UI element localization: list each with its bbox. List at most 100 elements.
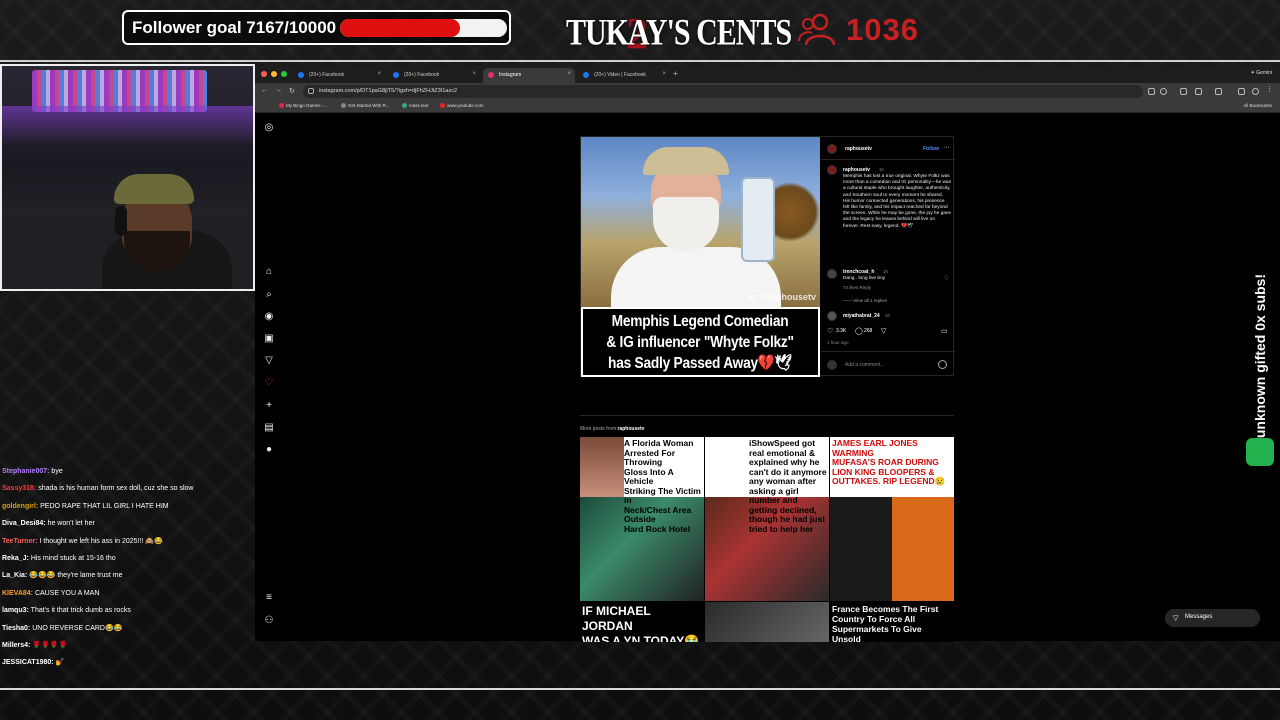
minimize-window-button[interactable]: [271, 71, 277, 77]
messages-icon[interactable]: ▽: [264, 356, 274, 366]
gemini-button[interactable]: ✦ Gemini: [1251, 70, 1272, 76]
more-options-icon[interactable]: ···: [943, 144, 950, 151]
emoji-icon[interactable]: [938, 360, 947, 369]
chat-username[interactable]: La_Kia:: [2, 572, 27, 579]
tab-close-icon[interactable]: ×: [377, 71, 381, 77]
tab-close-icon[interactable]: ×: [662, 71, 666, 77]
new-tab-button[interactable]: +: [673, 69, 678, 78]
notifications-heart-icon[interactable]: ♡: [264, 378, 274, 388]
browser-tab[interactable]: (20+) Video | Facebook ×: [578, 68, 670, 83]
caption-author[interactable]: raphousetv: [843, 167, 870, 173]
extension-icon[interactable]: [1180, 88, 1187, 95]
light-glow: [2, 106, 253, 146]
chat-message: La_Kia: 😂😂😂 they're lame trust me: [0, 567, 255, 584]
close-window-button[interactable]: [261, 71, 267, 77]
reply-user[interactable]: miyathabrat_24: [843, 313, 880, 319]
home-icon[interactable]: ⌂: [264, 267, 274, 277]
search-icon[interactable]: ⌕: [264, 290, 274, 300]
downloads-icon[interactable]: [1238, 88, 1245, 95]
chat-username[interactable]: Diva_Desi84:: [2, 520, 46, 527]
comment-user[interactable]: trenchcoat_h: [843, 269, 874, 275]
bookmark-item[interactable]: Get Started With R...: [341, 103, 390, 108]
profile-icon[interactable]: ●: [264, 445, 274, 455]
chat-username[interactable]: Stephanie007:: [2, 468, 49, 475]
tab-close-icon[interactable]: ×: [567, 71, 571, 77]
chat-username[interactable]: Sassy318:: [2, 485, 36, 492]
tab-favicon-icon: [393, 72, 399, 78]
maximize-window-button[interactable]: [281, 71, 287, 77]
caption-time: 1h: [879, 167, 885, 172]
bookmark-star-icon[interactable]: [1160, 88, 1167, 95]
create-icon[interactable]: +: [264, 401, 274, 411]
bookmark-favicon-icon: [402, 103, 407, 108]
photo-watermark: ig:@raphousetv: [747, 292, 816, 302]
chat-username[interactable]: lamqu3:: [2, 607, 29, 614]
bookmark-item[interactable]: www.youtube.com: [440, 103, 484, 108]
comment-count: 268: [864, 328, 873, 334]
sidepanel-icon[interactable]: [1215, 88, 1222, 95]
photo-hat: [643, 147, 729, 175]
reply-time: 1h: [885, 313, 891, 318]
reels-icon[interactable]: ▣: [264, 334, 274, 344]
also-from-meta-icon[interactable]: ⚇: [264, 616, 274, 626]
chat-username[interactable]: Tiesha0:: [2, 625, 30, 632]
save-icon[interactable]: ▭: [941, 327, 948, 335]
chat-username[interactable]: Millers4:: [2, 642, 30, 649]
site-info-icon[interactable]: [308, 88, 314, 94]
add-comment-input[interactable]: Add a comment...: [845, 362, 884, 368]
browser-tab[interactable]: Instagram ×: [483, 68, 575, 83]
browser-tab[interactable]: (20+) Facebook ×: [293, 68, 385, 83]
author-avatar[interactable]: [827, 144, 837, 154]
grid-post-thumbnail: [580, 437, 624, 497]
view-replies-link[interactable]: —— View all 1 replies: [843, 298, 887, 303]
address-bar[interactable]: instagram.com/p/DT1paG8jIT5/?igsh=djFhZH…: [303, 85, 1143, 98]
menu-icon[interactable]: ⋮: [1266, 85, 1273, 93]
all-bookmarks-button[interactable]: All Bookmarks: [1243, 103, 1272, 108]
post-author[interactable]: raphousetv: [845, 146, 872, 152]
post-image[interactable]: ig:@raphousetv Memphis Legend Comedian &…: [581, 137, 820, 377]
chat-username[interactable]: TeeTurner:: [2, 538, 38, 545]
back-icon[interactable]: ←: [261, 87, 268, 94]
grid-post[interactable]: JAMES EARL JONES WARMING MUFASA'S ROAR D…: [830, 437, 954, 601]
reload-icon[interactable]: ↻: [289, 87, 295, 95]
instagram-logo-icon[interactable]: ◎: [264, 123, 274, 133]
grid-post[interactable]: iShowSpeed got real emotional & explaine…: [705, 437, 829, 601]
grid-post-headline: [705, 602, 829, 642]
chat-username[interactable]: JESSICAT1980:: [2, 659, 54, 666]
chat-username[interactable]: Reka_J:: [2, 555, 29, 562]
bookmark-item[interactable]: My Bingo Games -...: [279, 103, 327, 108]
forward-icon[interactable]: →: [275, 87, 282, 94]
extensions-puzzle-icon[interactable]: [1195, 88, 1202, 95]
comment-avatar[interactable]: [827, 269, 837, 279]
tab-strip: (20+) Facebook × (20+) Facebook × Instagram ×…: [255, 66, 1280, 83]
cast-icon[interactable]: [1148, 88, 1155, 95]
dashboard-icon[interactable]: ▤: [264, 423, 274, 433]
tab-close-icon[interactable]: ×: [472, 71, 476, 77]
chat-username[interactable]: KIEVA84:: [2, 590, 33, 597]
bookmark-item[interactable]: mass text: [402, 103, 428, 108]
like-icon[interactable]: ♡: [827, 327, 833, 335]
chat-text: UNO REVERSE CARD😂😂: [32, 624, 123, 632]
post-sidebar: raphousetv Follow ··· raphousetv 1h Memp…: [821, 137, 955, 377]
grid-post[interactable]: A Florida Woman Arrested For Throwing Gl…: [580, 437, 704, 601]
more-posts-label: More posts from raphousetv: [580, 426, 644, 432]
bookmark-label: mass text: [409, 103, 429, 108]
share-icon[interactable]: ▽: [881, 327, 886, 335]
grid-post[interactable]: [705, 602, 829, 642]
follow-button[interactable]: Follow: [923, 146, 939, 152]
more-posts-author[interactable]: raphousetv: [618, 426, 645, 432]
chat-text: I thought we left his ass in 2025!!! 🙈😂: [39, 537, 163, 545]
comment-icon[interactable]: ◯: [855, 327, 863, 335]
messages-button[interactable]: ▽ Messages: [1165, 609, 1260, 627]
comment-meta[interactable]: 74 likes Reply: [843, 285, 871, 290]
more-menu-icon[interactable]: ≡: [264, 593, 274, 603]
comment-like-icon[interactable]: ♡: [944, 275, 949, 282]
reply-avatar[interactable]: [827, 311, 837, 321]
chat-username[interactable]: goldengirl:: [2, 503, 38, 510]
browser-tab[interactable]: (20+) Facebook ×: [388, 68, 480, 83]
caption-avatar[interactable]: [827, 165, 837, 175]
grid-post[interactable]: France Becomes The First Country To Forc…: [830, 602, 954, 642]
profile-icon[interactable]: [1252, 88, 1259, 95]
grid-post[interactable]: IF MICHAEL JORDAN WAS A YN TODAY😭: [580, 602, 704, 642]
explore-icon[interactable]: ◉: [264, 312, 274, 322]
